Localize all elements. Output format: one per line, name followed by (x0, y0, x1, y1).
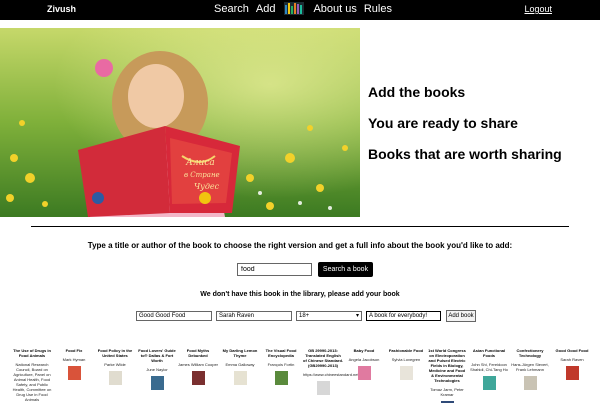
search-input[interactable] (237, 263, 312, 276)
book-cover-thumbnail[interactable] (233, 371, 247, 385)
description-field[interactable]: A book for everybody! (366, 311, 441, 321)
book-result-title: 1st World Congress on Electroporation an… (428, 348, 466, 383)
age-select[interactable]: 18+ ▾ (296, 311, 362, 321)
book-cover-thumbnail[interactable] (565, 366, 579, 380)
book-result-title: Good Good Food (555, 348, 589, 353)
book-result-title: Asian Functional Foods (472, 348, 506, 358)
book-cover-thumbnail[interactable] (150, 376, 164, 390)
book-cover-thumbnail[interactable] (67, 366, 81, 380)
book-result-item[interactable]: The Use of Drugs in Food Animals National… (12, 348, 52, 403)
book-result-author: Tomaz Jarm, Peter Kramar (430, 387, 464, 397)
book-result-title: Baby Food (353, 348, 375, 353)
book-result-title: Food Myths Debunked (186, 348, 210, 358)
hero-image: Алиса в Стране Чудес (0, 28, 360, 217)
not-found-notice: We don't have this book in the library, … (200, 291, 400, 298)
book-result-author: James William Cooper (178, 362, 219, 367)
tagline-2: You are ready to share (368, 115, 518, 131)
book-cover-thumbnail[interactable] (274, 371, 288, 385)
book-result-item[interactable]: Fashionable Food Sylvia Lovegren (386, 348, 426, 380)
chevron-down-icon: ▾ (355, 313, 359, 319)
nav-links: Search Add About us Rules (214, 2, 392, 15)
book-result-author: Emma Galloway (225, 362, 255, 367)
search-prompt: Type a title or author of the book to ch… (87, 241, 513, 250)
book-result-item[interactable]: The Visual Food Encyclopedia François For… (261, 348, 301, 385)
book-result-title: GB 29990-2013: Translated English of Chi… (303, 348, 344, 368)
book-result-item[interactable]: Food Fix Mark Hyman (54, 348, 94, 380)
book-cover-thumbnail[interactable] (399, 366, 413, 380)
book-result-author: https://www.chineestandard.net (303, 372, 359, 377)
book-result-author: June Naylor (146, 367, 168, 372)
book-result-author: Mark Hyman (62, 357, 86, 362)
divider (31, 226, 569, 227)
nav-search-link[interactable]: Search (214, 3, 249, 15)
book-results-list: The Use of Drugs in Food Animals National… (12, 348, 600, 403)
book-result-title: Fashionable Food (388, 348, 424, 353)
author-field[interactable]: Sarah Raven (216, 311, 292, 321)
book-cover-thumbnail[interactable] (357, 366, 371, 380)
book-result-item[interactable]: Confectionery Technology Hans-Jürgen Siev… (510, 348, 550, 390)
book-result-item[interactable]: Food Policy in the United States Parke Wi… (95, 348, 135, 385)
book-result-item[interactable]: My Darling Lemon Thyme Emma Galloway (220, 348, 260, 385)
cover-text-2: в Стране (184, 171, 220, 179)
age-select-value: 18+ (299, 313, 310, 319)
taglines: Add the books You are ready to share Boo… (368, 84, 562, 177)
book-cover-thumbnail[interactable] (316, 381, 330, 395)
book-result-author: John Shi, Fereidoon Shahidi, Chi-Tang Ho (470, 362, 508, 372)
tagline-3: Books that are worth sharing (368, 146, 562, 162)
book-result-item[interactable]: Food Lovers' Guide to® Dallas & Fort Wor… (137, 348, 177, 390)
add-book-button[interactable]: Add book (446, 310, 476, 322)
book-result-title: My Darling Lemon Thyme (222, 348, 258, 358)
book-result-title: Food Lovers' Guide to® Dallas & Fort Wor… (138, 348, 176, 363)
book-result-item[interactable]: Asian Functional Foods John Shi, Fereidoo… (469, 348, 509, 390)
book-result-author: Sylvia Lovegren (391, 357, 421, 362)
top-nav-bar: Zivush Search Add About us Rules Logout (0, 0, 600, 20)
book-cover-thumbnail[interactable] (482, 376, 496, 390)
book-result-author: François Fortin (267, 362, 295, 367)
book-result-title: Confectionery Technology (516, 348, 544, 358)
book-result-title: The Use of Drugs in Food Animals (13, 348, 51, 358)
book-cover-thumbnail[interactable] (108, 371, 122, 385)
tagline-1: Add the books (368, 84, 466, 100)
search-book-button[interactable]: Search a book (318, 262, 373, 277)
cover-text-1: Алиса (185, 158, 215, 168)
nav-rules-link[interactable]: Rules (364, 3, 392, 15)
cover-text-3: Чудес (194, 182, 220, 191)
book-cover-thumbnail[interactable] (191, 371, 205, 385)
book-result-item[interactable]: Food Myths Debunked James William Cooper (178, 348, 218, 385)
book-result-title: The Visual Food Encyclopedia (265, 348, 297, 358)
brand-user[interactable]: Zivush (47, 4, 76, 14)
book-result-item[interactable]: 1st World Congress on Electroporation an… (427, 348, 467, 403)
book-result-title: Food Fix (65, 348, 83, 353)
books-logo-icon[interactable] (284, 2, 305, 15)
book-result-author: Sarah Raven (560, 357, 584, 362)
book-result-item[interactable]: Baby Food Angela Jacobson (344, 348, 384, 380)
book-result-author: Hans-Jürgen Sievert, Frank Lehmann (511, 362, 549, 372)
book-result-item[interactable]: GB 29990-2013: Translated English of Chi… (303, 348, 359, 395)
book-result-author: Parke Wilde (104, 362, 126, 367)
book-result-author: Angela Jacobson (348, 357, 380, 362)
nav-about-link[interactable]: About us (313, 3, 356, 15)
title-field[interactable]: Good Good Food (136, 311, 212, 321)
book-result-title: Food Policy in the United States (97, 348, 133, 358)
logout-link[interactable]: Logout (524, 4, 552, 14)
book-result-item[interactable]: Good Good Food Sarah Raven (552, 348, 592, 380)
book-result-author: National Research Council, Board on Agri… (12, 362, 52, 402)
book-cover-thumbnail[interactable] (523, 376, 537, 390)
nav-add-link[interactable]: Add (256, 3, 276, 15)
girl-reading-illustration: Алиса в Стране Чудес (0, 28, 360, 217)
